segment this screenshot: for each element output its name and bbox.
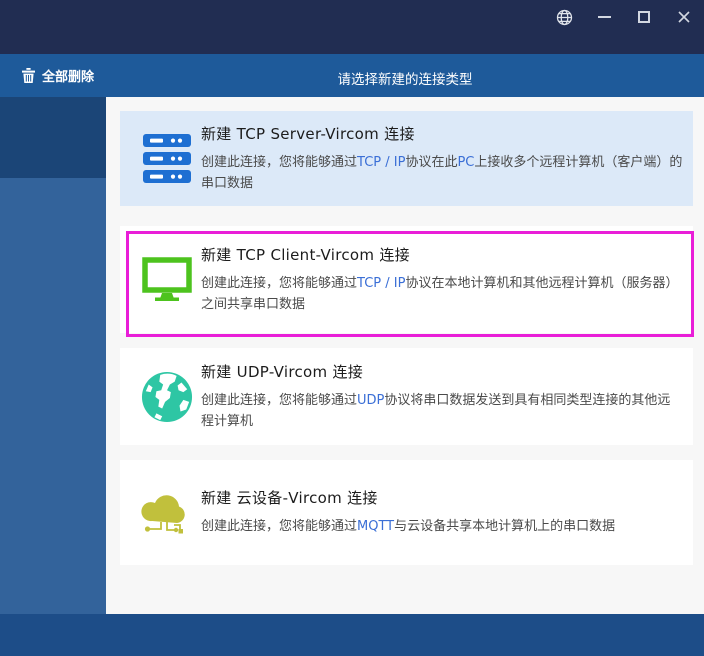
close-button[interactable] xyxy=(664,6,704,28)
title-bar xyxy=(0,0,704,54)
card-description: 创建此连接，您将能够通过TCP / IP协议在本地计算机和其他远程计算机（服务器… xyxy=(201,276,679,312)
card-description: 创建此连接，您将能够通过TCP / IP协议在此PC上接收多个远程计算机（客户端… xyxy=(201,155,683,191)
server-icon xyxy=(143,133,191,183)
card-description: 创建此连接，您将能够通过UDP协议将串口数据发送到具有相同类型连接的其他远程计算… xyxy=(201,393,671,429)
card-title: 新建 云设备-Vircom 连接 xyxy=(201,489,378,508)
connection-type-list: 新建 TCP Server-Vircom 连接 创建此连接，您将能够通过TCP … xyxy=(106,97,704,614)
app-window: 全部删除 请选择新建的连接类型 新建 TCP Server-Vircom 连接 … xyxy=(0,0,704,656)
cloud-icon xyxy=(141,494,185,533)
minimize-icon xyxy=(597,16,611,18)
minimize-button[interactable] xyxy=(584,6,624,28)
header-bar: 全部删除 请选择新建的连接类型 xyxy=(0,54,704,97)
maximize-button[interactable] xyxy=(624,6,664,28)
card-cloud-device[interactable]: 新建 云设备-Vircom 连接 创建此连接，您将能够通过MQTT与云设备共享本… xyxy=(120,460,693,565)
globe-icon xyxy=(556,9,572,25)
card-title: 新建 TCP Server-Vircom 连接 xyxy=(201,125,415,144)
card-tcp-server[interactable]: 新建 TCP Server-Vircom 连接 创建此连接，您将能够通过TCP … xyxy=(120,111,693,206)
delete-all-button[interactable]: 全部删除 xyxy=(22,66,94,85)
trash-icon xyxy=(22,68,35,83)
monitor-icon xyxy=(142,257,192,301)
card-description: 创建此连接，您将能够通过MQTT与云设备共享本地计算机上的串口数据 xyxy=(201,519,616,535)
card-title: 新建 TCP Client-Vircom 连接 xyxy=(201,246,410,265)
sidebar-active-item[interactable] xyxy=(0,97,106,178)
bottom-bar xyxy=(0,614,704,656)
language-globe-button[interactable] xyxy=(544,6,584,28)
card-udp[interactable]: 新建 UDP-Vircom 连接 创建此连接，您将能够通过UDP协议将串口数据发… xyxy=(120,348,693,445)
maximize-icon xyxy=(638,11,650,23)
delete-all-label: 全部删除 xyxy=(42,70,95,85)
card-title: 新建 UDP-Vircom 连接 xyxy=(201,363,364,382)
card-tcp-client[interactable]: 新建 TCP Client-Vircom 连接 创建此连接，您将能够通过TCP … xyxy=(120,226,693,333)
header-prompt: 请选择新建的连接类型 xyxy=(337,72,473,88)
sidebar[interactable] xyxy=(0,97,106,614)
earth-icon xyxy=(141,371,193,422)
close-icon xyxy=(678,11,690,23)
window-controls xyxy=(544,6,704,28)
